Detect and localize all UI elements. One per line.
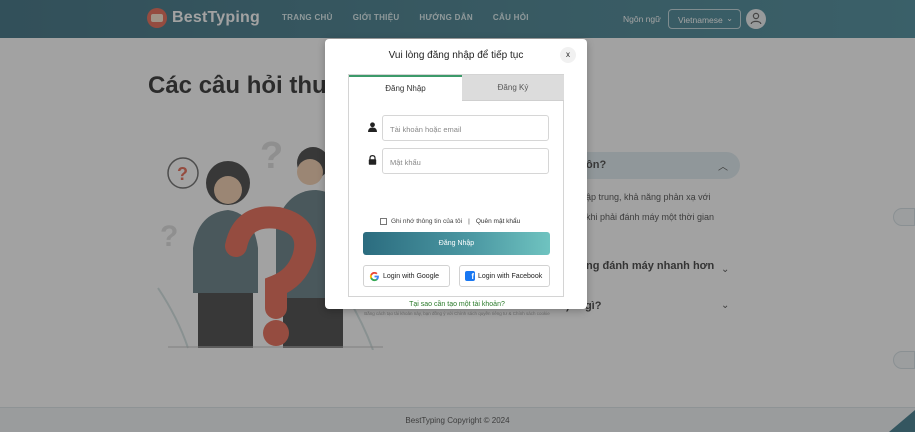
login-modal: Vui lòng đăng nhập để tiếp tục x Đăng Nh… bbox=[325, 39, 587, 316]
separator: | bbox=[468, 218, 470, 225]
facebook-icon: f bbox=[465, 271, 475, 281]
lock-icon bbox=[368, 155, 377, 165]
user-icon bbox=[368, 122, 377, 132]
forgot-password-link[interactable]: Quên mật khẩu bbox=[476, 218, 520, 225]
password-input[interactable]: Mật khẩu bbox=[382, 148, 549, 174]
remember-row: Ghi nhớ thông tin của tôi | Quên mật khẩ… bbox=[380, 218, 520, 225]
terms-text: Bằng cách tạo tài khoản này, bạn đồng ý … bbox=[364, 311, 550, 316]
login-button[interactable]: Đăng Nhập bbox=[363, 232, 550, 255]
auth-panel: Đăng Nhập Đăng Ký Tài khoản hoặc email M… bbox=[348, 74, 564, 316]
facebook-login-button[interactable]: f Login with Facebook bbox=[459, 265, 550, 287]
google-login-button[interactable]: Login with Google bbox=[363, 265, 450, 287]
facebook-login-label: Login with Facebook bbox=[478, 272, 543, 280]
username-input[interactable]: Tài khoản hoặc email bbox=[382, 115, 549, 141]
remember-checkbox[interactable] bbox=[380, 218, 387, 225]
google-login-label: Login with Google bbox=[383, 272, 440, 280]
tab-login[interactable]: Đăng Nhập bbox=[349, 75, 462, 101]
why-account-link[interactable]: Tại sao cần tạo một tài khoản? bbox=[349, 301, 565, 308]
modal-title: Vui lòng đăng nhập để tiếp tục bbox=[388, 50, 524, 61]
close-icon[interactable]: x bbox=[560, 47, 576, 63]
tab-register[interactable]: Đăng Ký bbox=[462, 75, 564, 101]
remember-label[interactable]: Ghi nhớ thông tin của tôi bbox=[391, 218, 462, 225]
google-icon bbox=[369, 271, 379, 281]
